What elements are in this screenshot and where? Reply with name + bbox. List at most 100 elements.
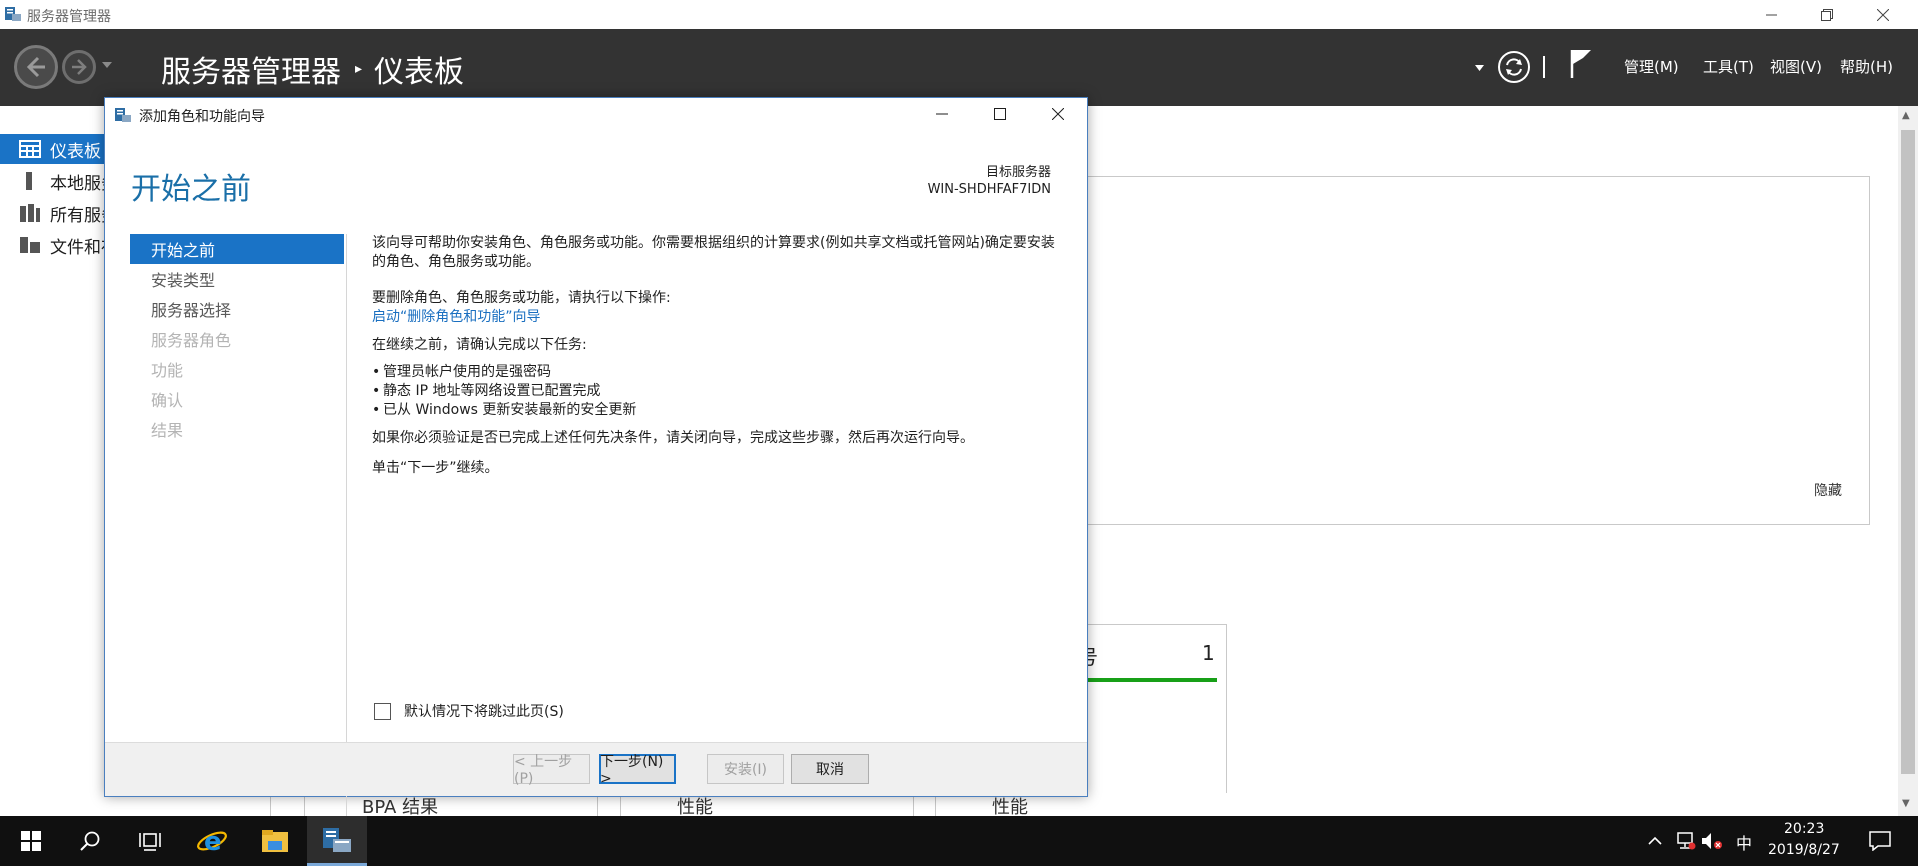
search-button[interactable] <box>65 816 115 866</box>
destination-server-label: 目标服务器 <box>985 165 1051 180</box>
scroll-down-icon[interactable]: ▼ <box>1902 798 1910 809</box>
tile-count: 1 <box>1202 641 1215 665</box>
sidebar-item-file-storage[interactable]: 文件和存储服务 <box>0 230 106 260</box>
add-roles-wizard-dialog: 添加角色和功能向导 开始之前 目标服务器 WIN-SHDHFAF7IDN 开始之… <box>104 97 1088 816</box>
skip-page-option[interactable]: 默认情况下将跳过此页(S) <box>374 701 564 721</box>
sidebar-item-dashboard[interactable]: 仪表板 <box>0 134 106 164</box>
servers-icon <box>20 204 40 222</box>
app-header: 服务器管理器 ▸ 仪表板 管理(M) 工具(T) 视图(V) 帮助(H) <box>0 29 1918 106</box>
breadcrumb-separator-icon: ▸ <box>355 61 363 77</box>
input-method-indicator[interactable]: 中 <box>1736 830 1752 854</box>
server-manager-icon <box>323 827 351 852</box>
clock-date[interactable]: 2019/8/27 <box>1768 842 1840 858</box>
restore-icon <box>1821 8 1833 21</box>
minimize-button[interactable] <box>1744 0 1798 29</box>
tile-status-bar <box>1086 678 1217 682</box>
page-title: 开始之前 <box>131 172 251 207</box>
list-item: • 管理员帐户使用的是强密码 <box>372 364 551 380</box>
minimize-icon <box>936 113 948 115</box>
menu-manage[interactable]: 管理(M) <box>1624 56 1679 77</box>
dialog-maximize-button[interactable] <box>971 98 1029 130</box>
verify-note-text: 如果你必须验证是否已完成上述任何先决条件，请关闭向导，完成这些步骤，然后再次运行… <box>372 430 974 446</box>
storage-icon <box>20 237 40 253</box>
task-list: • 管理员帐户使用的是强密码 • 静态 IP 地址等网络设置已配置完成 • 已从 Wi… <box>372 363 1062 420</box>
sidebar-item-local-server[interactable]: 本地服务器 <box>0 166 106 196</box>
internet-explorer-icon: e <box>197 827 227 856</box>
scroll-up-icon[interactable]: ▲ <box>1902 110 1910 121</box>
step-features: 功能 <box>151 361 184 380</box>
close-icon <box>1877 8 1889 21</box>
close-icon <box>1052 108 1064 120</box>
dashboard-icon <box>19 140 41 158</box>
server-manager-app-icon <box>5 7 21 21</box>
dialog-title: 添加角色和功能向导 <box>139 109 265 125</box>
task-view-button[interactable] <box>125 816 175 866</box>
remove-intro-text: 要删除角色、角色服务或功能，请执行以下操作: <box>372 290 671 306</box>
arrow-right-icon <box>72 59 87 75</box>
step-installation-type[interactable]: 安装类型 <box>130 264 344 294</box>
nav-history-dropdown-icon[interactable] <box>102 62 112 68</box>
volume-muted-icon[interactable] <box>1701 832 1723 850</box>
wizard-content: 该向导可帮助你安装角色、角色服务或功能。你需要根据组织的计算要求(例如共享文档或… <box>372 234 1062 478</box>
intro-text: 该向导可帮助你安装角色、角色服务或功能。你需要根据组织的计算要求(例如共享文档或… <box>372 235 1055 270</box>
remove-roles-wizard-link[interactable]: 启动“删除角色和功能”向导 <box>372 308 1062 327</box>
cancel-button[interactable]: 取消 <box>791 754 869 784</box>
maximize-icon <box>994 108 1006 120</box>
dialog-titlebar: 添加角色和功能向导 <box>105 98 1087 130</box>
action-center-icon[interactable] <box>1869 831 1891 851</box>
step-server-selection[interactable]: 服务器选择 <box>130 294 344 324</box>
skip-page-checkbox[interactable] <box>374 702 391 720</box>
destination-server-name: WIN-SHDHFAF7IDN <box>927 182 1051 197</box>
sidebar: 仪表板 本地服务器 所有服务器 文件和存储服务 <box>0 106 106 816</box>
refresh-icon[interactable] <box>1497 50 1531 84</box>
step-confirmation: 确认 <box>151 391 184 410</box>
server-manager-taskbar-button[interactable] <box>307 816 367 866</box>
arrow-left-icon <box>26 56 45 78</box>
minimize-icon <box>1765 14 1777 16</box>
window-titlebar: 服务器管理器 <box>0 0 1918 29</box>
svg-text:e: e <box>204 827 222 856</box>
server-icon <box>26 172 32 190</box>
before-continue-text: 在继续之前，请确认完成以下任务: <box>372 337 587 353</box>
taskbar: e 中 20:23 2019/8/27 <box>0 816 1918 866</box>
skip-page-label: 默认情况下将跳过此页(S) <box>404 704 564 720</box>
menu-help[interactable]: 帮助(H) <box>1840 56 1893 77</box>
install-button[interactable]: 安装(I) <box>707 754 784 784</box>
start-button[interactable] <box>6 816 56 866</box>
network-icon[interactable] <box>1676 832 1696 850</box>
next-button[interactable]: 下一步(N) > <box>599 754 676 787</box>
welcome-tile <box>1066 176 1870 525</box>
restore-button[interactable] <box>1800 0 1854 29</box>
breadcrumb-root[interactable]: 服务器管理器 <box>161 47 341 91</box>
scrollbar-thumb[interactable] <box>1901 130 1915 774</box>
internet-explorer-taskbar-button[interactable]: e <box>187 816 237 866</box>
menu-tools[interactable]: 工具(T) <box>1703 56 1754 77</box>
list-item: • 静态 IP 地址等网络设置已配置完成 <box>372 383 601 399</box>
destination-server-info: 目标服务器 WIN-SHDHFAF7IDN <box>928 164 1051 198</box>
dialog-close-button[interactable] <box>1029 98 1087 130</box>
wizard-steps: 开始之前 安装类型 服务器选择 服务器角色 功能 确认 结果 <box>130 234 344 444</box>
dialog-minimize-button[interactable] <box>913 98 971 130</box>
clock-time[interactable]: 20:23 <box>1784 821 1824 837</box>
menu-view[interactable]: 视图(V) <box>1770 56 1822 77</box>
sidebar-item-label: 仪表板 <box>50 141 101 162</box>
task-view-icon <box>139 833 161 851</box>
sidebar-item-label: 文件和存储服务 <box>50 237 106 258</box>
hide-welcome-link[interactable]: 隐藏 <box>1814 480 1842 500</box>
previous-button[interactable]: < 上一步(P) <box>513 754 590 787</box>
notification-dropdown-icon[interactable] <box>1475 65 1484 71</box>
notifications-flag-icon[interactable] <box>1569 48 1593 80</box>
close-button[interactable] <box>1856 0 1910 29</box>
forward-button[interactable] <box>62 50 96 84</box>
sidebar-item-all-servers[interactable]: 所有服务器 <box>0 198 106 228</box>
breadcrumb: 服务器管理器 ▸ 仪表板 <box>161 47 465 91</box>
window-title: 服务器管理器 <box>27 9 111 25</box>
wizard-app-icon <box>115 108 131 122</box>
step-before-you-begin[interactable]: 开始之前 <box>130 234 344 264</box>
windows-logo-icon <box>21 831 41 851</box>
back-button[interactable] <box>14 45 58 89</box>
show-hidden-icons-chevron-up-icon[interactable] <box>1648 836 1662 845</box>
vertical-scrollbar[interactable]: ▲ ▼ <box>1898 106 1918 816</box>
breadcrumb-current: 仪表板 <box>374 55 465 90</box>
file-explorer-taskbar-button[interactable] <box>250 816 300 866</box>
